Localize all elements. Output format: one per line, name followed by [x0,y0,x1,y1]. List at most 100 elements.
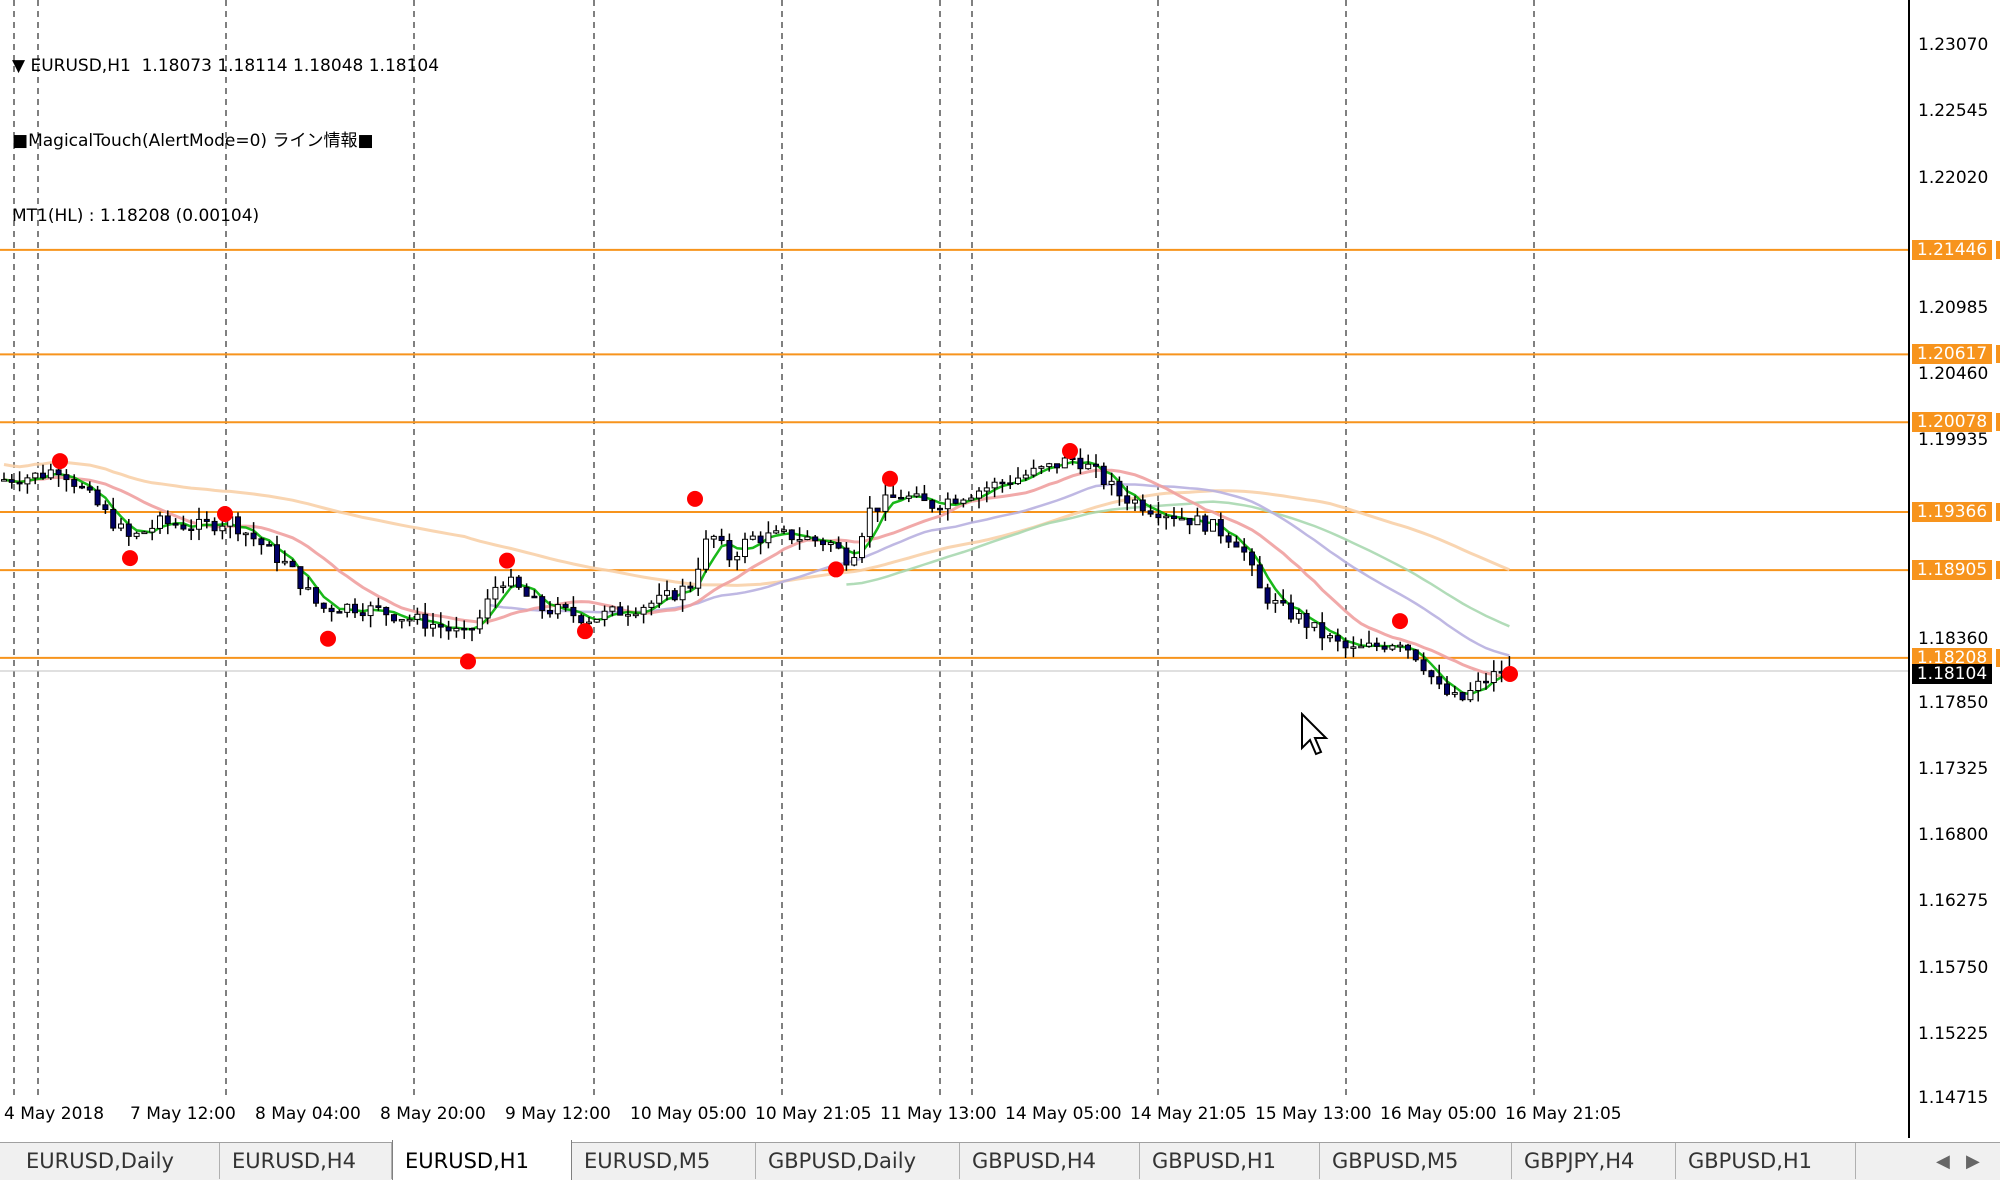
candle-body [1030,467,1037,476]
candle-body [1225,535,1232,543]
chart-tab[interactable]: GBPUSD,H1 [1676,1143,1856,1179]
candle-body [40,472,46,479]
pivot-high-dot [52,453,68,470]
candle-body [625,614,631,617]
candle-body [1241,546,1248,553]
chart-tab[interactable]: GBPJPY,H4 [1512,1143,1676,1179]
level-price-tag: 1.19366 [1912,501,1992,522]
candle-body [1163,515,1170,519]
time-tick-label: 15 May 13:00 [1255,1104,1372,1124]
candle-body [398,618,405,622]
candle-body [562,604,569,608]
candle-body [1100,465,1107,485]
candle-body [695,568,702,589]
pivot-high-dot [687,490,703,507]
candle-body [664,590,670,596]
time-tick-label: 14 May 21:05 [1130,1104,1247,1124]
indicator-square-icon: ■ [12,131,29,151]
chart-tab[interactable]: EURUSD,H4 [220,1143,392,1179]
candle-body [242,532,249,536]
pivot-low-dot [122,550,138,567]
price-tick-label: 1.16800 [1918,825,1989,846]
price-tick-label: 1.19935 [1918,430,1989,451]
candle-body [578,615,585,624]
candle-body [983,487,990,492]
candle-body [1178,517,1185,521]
candle-body [1490,671,1497,684]
candle-body [188,528,195,532]
chart-tab[interactable]: GBPUSD,M5 [1320,1143,1512,1179]
candle-body [281,560,288,564]
candle-body [1467,689,1474,701]
chart-area[interactable]: ▼ EURUSD,H1 1.18073 1.18114 1.18048 1.18… [0,0,1908,1138]
candle-body [710,535,717,540]
candle-body [671,590,678,601]
pivot-high-dot [882,470,898,487]
candle-body [952,498,959,504]
candle-body [149,527,156,533]
candle-body [547,609,553,615]
candle-body [336,611,343,614]
pivot-low-dot [828,561,844,578]
candle-body [430,623,436,629]
candle-body [24,477,31,485]
level-marker [1996,240,2000,259]
candle-body [1381,645,1388,650]
tab-scroll-right-icon[interactable]: ▶ [1966,1151,1980,1172]
candle-body [640,606,647,615]
chart-tab[interactable]: EURUSD,H1 [392,1140,572,1180]
chart-tab[interactable]: EURUSD,M5 [572,1143,756,1179]
level-price-tag: 1.20617 [1912,344,1992,365]
candle-body [1171,515,1177,520]
candle-body [632,613,639,617]
candle-body [539,596,546,611]
price-tick-label: 1.14715 [1918,1088,1989,1108]
candle-body [1124,495,1131,504]
ma-red-line [3,468,1510,680]
candle-body [110,508,117,529]
candle-body [1373,642,1380,647]
candle-body [453,627,460,632]
dropdown-arrow-icon[interactable]: ▼ [12,56,30,76]
candle-body [827,542,834,546]
candle-body [1311,622,1318,628]
chart-tab[interactable]: GBPUSD,Daily [756,1143,960,1179]
candle-body [726,540,733,561]
candle-body [874,507,881,512]
candle-body [63,474,70,481]
chart-tab[interactable]: GBPUSD,H1 [1140,1143,1320,1179]
candle-body [180,524,187,530]
pivot-high-dot [217,505,233,522]
candle-body [86,486,93,491]
candle-body [835,542,842,549]
candle-body [422,613,429,629]
chart-info: ▼ EURUSD,H1 1.18073 1.18114 1.18048 1.18… [12,4,439,279]
candle-body [1272,600,1279,604]
candle-body [1350,646,1357,649]
tab-scroll-left-icon[interactable]: ◀ [1936,1151,1950,1172]
time-tick-label: 9 May 12:00 [505,1104,611,1124]
candle-body [1116,480,1123,497]
chart-tab[interactable]: GBPUSD,H4 [960,1143,1140,1179]
candle-body [1054,463,1060,469]
candle-body [609,606,616,612]
symbol-line: ▼ EURUSD,H1 1.18073 1.18114 1.18048 1.18… [12,56,440,76]
candle-body [1420,659,1427,672]
candle-body [999,481,1006,485]
candle-body [1093,463,1099,467]
chart-tab[interactable]: EURUSD,Daily [14,1143,220,1179]
candle-body [313,587,319,604]
candle-body [297,566,304,589]
candle-body [593,618,600,623]
candle-body [1233,541,1240,548]
candle-body [679,585,686,601]
candle-body [1459,692,1466,701]
pivot-low-dot [1502,666,1518,683]
candle-body [219,525,226,532]
candle-body [47,469,54,479]
candle-body [196,518,202,530]
candle-body [531,595,538,599]
candle-body [1436,676,1443,685]
candle-body [773,530,780,534]
time-tick-label: 7 May 12:00 [130,1104,236,1124]
